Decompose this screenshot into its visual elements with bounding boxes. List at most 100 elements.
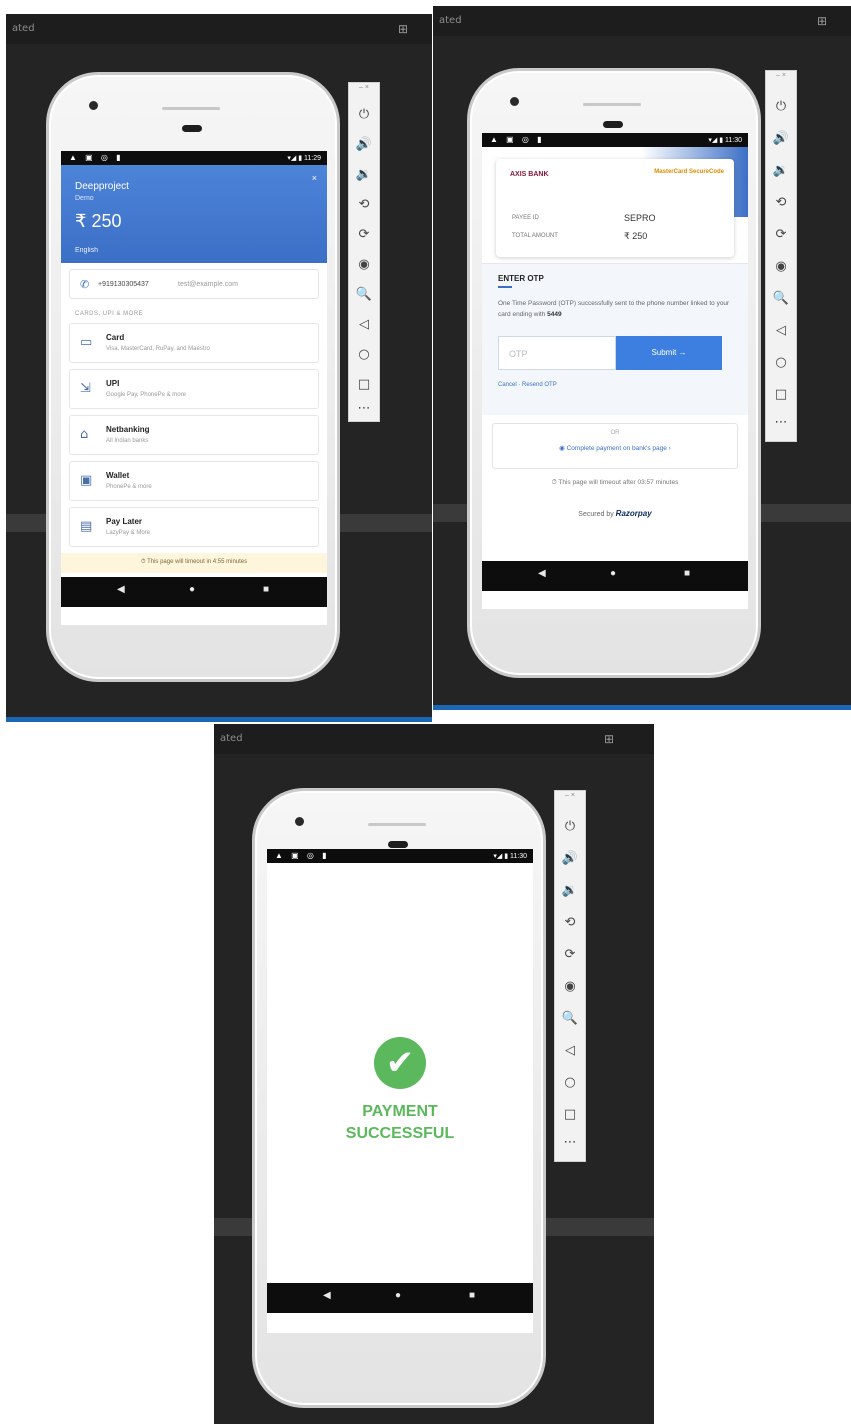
rotate-left-icon[interactable]: ⟲ — [555, 915, 585, 930]
more-icon[interactable]: ⋯ — [349, 401, 379, 416]
overview-icon[interactable]: □ — [555, 1107, 585, 1122]
back-icon[interactable]: ◁ — [766, 323, 796, 338]
zoom-icon[interactable]: 🔍 — [555, 1011, 585, 1026]
back-icon[interactable]: ◁ — [349, 317, 379, 332]
phone-screen: ▲ ▣ ◎ ▮ ▾◢ ▮ 11:30 AXIS BANK MasterCard … — [482, 133, 748, 609]
earpiece — [603, 121, 623, 128]
status-icons-left: ▲ ▣ ◎ ▮ — [69, 153, 124, 162]
rotate-right-icon[interactable]: ⟳ — [349, 227, 379, 242]
maximize-icon[interactable]: ⊞ — [817, 14, 827, 28]
alt-payment-box: OR ◉ Complete payment on bank's page › — [492, 423, 738, 469]
wallet-icon: ▣ — [80, 473, 93, 488]
nav-back-icon[interactable]: ◀ — [323, 1290, 331, 1301]
back-icon[interactable]: ◁ — [555, 1043, 585, 1058]
rotate-right-icon[interactable]: ⟳ — [555, 947, 585, 962]
nav-recents-icon[interactable]: ■ — [469, 1290, 475, 1301]
earpiece — [182, 125, 202, 132]
otp-links[interactable]: Cancel · Resend OTP — [498, 382, 557, 388]
volume-down-icon[interactable]: 🔉 — [349, 167, 379, 182]
status-strip — [6, 717, 432, 722]
camera-icon[interactable]: ◉ — [349, 257, 379, 272]
status-icons-left: ▲ ▣ ◎ ▮ — [490, 135, 545, 144]
emulator-titlebar: ated ⊞ — [214, 724, 654, 754]
nav-recents-icon[interactable]: ■ — [263, 584, 269, 595]
nav-back-icon[interactable]: ◀ — [117, 584, 125, 595]
otp-message: One Time Password (OTP) successfully sen… — [498, 300, 730, 318]
or-divider: OR — [610, 430, 620, 436]
check-circle-icon: ✔ — [374, 1037, 426, 1089]
overview-icon[interactable]: □ — [349, 377, 379, 392]
emulator-toolbar: – × ⏻ 🔊 🔉 ⟲ ⟳ ◉ 🔍 ◁ ○ □ ⋯ — [348, 82, 380, 422]
rotate-left-icon[interactable]: ⟲ — [766, 195, 796, 210]
volume-up-icon[interactable]: 🔊 — [349, 137, 379, 152]
volume-down-icon[interactable]: 🔉 — [555, 883, 585, 898]
power-icon[interactable]: ⏻ — [555, 819, 585, 834]
home-icon[interactable]: ○ — [349, 347, 379, 362]
front-camera — [510, 97, 519, 106]
close-icon[interactable]: × — [312, 173, 317, 183]
success-line-2: SUCCESSFUL — [345, 1125, 455, 1142]
contact-row[interactable]: ✆ +919130305437 test@example.com — [69, 269, 319, 299]
power-icon[interactable]: ⏻ — [766, 99, 796, 114]
maximize-icon[interactable]: ⊞ — [398, 22, 408, 36]
nav-recents-icon[interactable]: ■ — [684, 568, 690, 579]
home-icon[interactable]: ○ — [555, 1075, 585, 1090]
phone-frame: ▲ ▣ ◎ ▮ ▾◢ ▮ 11:29 Deepproject Demo ₹ 25… — [46, 72, 340, 682]
more-icon[interactable]: ⋯ — [555, 1135, 585, 1150]
method-subtitle: Google Pay, PhonePe & more — [106, 392, 186, 398]
home-icon[interactable]: ○ — [766, 355, 796, 370]
paylater-icon: ▤ — [80, 519, 93, 534]
method-card[interactable]: ▭ Card Visa, MasterCard, RuPay, and Maes… — [69, 323, 319, 363]
earpiece — [388, 841, 408, 848]
success-message: PAYMENT SUCCESSFUL — [267, 1101, 533, 1145]
phone-icon: ✆ — [80, 279, 90, 291]
volume-down-icon[interactable]: 🔉 — [766, 163, 796, 178]
section-label: CARDS, UPI & MORE — [75, 311, 144, 317]
zoom-icon[interactable]: 🔍 — [349, 287, 379, 302]
power-icon[interactable]: ⏻ — [349, 107, 379, 122]
nav-home-icon[interactable]: ● — [610, 568, 616, 579]
zoom-icon[interactable]: 🔍 — [766, 291, 796, 306]
razorpay-logo: Razorpay — [615, 509, 652, 518]
method-upi[interactable]: ⇲ UPI Google Pay, PhonePe & more — [69, 369, 319, 409]
window-title: ated — [439, 15, 462, 26]
overview-icon[interactable]: □ — [766, 387, 796, 402]
nav-back-icon[interactable]: ◀ — [538, 568, 546, 579]
bank-page-link[interactable]: ◉ Complete payment on bank's page › — [493, 444, 737, 452]
method-paylater[interactable]: ▤ Pay Later LazyPay & More — [69, 507, 319, 547]
emulator-titlebar: ated ⊞ — [6, 14, 432, 44]
toolbar-window-controls[interactable]: – × — [349, 84, 379, 91]
camera-icon[interactable]: ◉ — [555, 979, 585, 994]
otp-input[interactable]: OTP — [498, 336, 616, 370]
method-netbanking[interactable]: ⌂ Netbanking All Indian banks — [69, 415, 319, 455]
more-icon[interactable]: ⋯ — [766, 415, 796, 430]
language-selector[interactable]: English — [75, 247, 98, 254]
volume-up-icon[interactable]: 🔊 — [766, 131, 796, 146]
status-icons-right: ▾◢ ▮ 11:30 — [493, 853, 527, 860]
status-icons-left: ▲ ▣ ◎ ▮ — [275, 851, 330, 860]
status-icons-right: ▾◢ ▮ 11:30 — [708, 137, 742, 144]
volume-up-icon[interactable]: 🔊 — [555, 851, 585, 866]
rotate-left-icon[interactable]: ⟲ — [349, 197, 379, 212]
maximize-icon[interactable]: ⊞ — [604, 732, 614, 746]
payee-value: SEPRO — [624, 213, 656, 223]
bank-icon: ⌂ — [80, 427, 89, 442]
toolbar-window-controls[interactable]: – × — [766, 72, 796, 79]
emulator-window-success: ated ⊞ ▲ ▣ ◎ ▮ ▾◢ ▮ 11:30 ✔ PAYMENT SUCC… — [214, 724, 654, 1424]
speaker-grille — [162, 107, 220, 110]
toolbar-window-controls[interactable]: – × — [555, 792, 585, 799]
status-bar: ▲ ▣ ◎ ▮ ▾◢ ▮ 11:30 — [482, 133, 748, 147]
method-wallet[interactable]: ▣ Wallet PhonePe & more — [69, 461, 319, 501]
card-ending: 5449 — [547, 311, 562, 318]
emulator-toolbar: – × ⏻ 🔊 🔉 ⟲ ⟳ ◉ 🔍 ◁ ○ □ ⋯ — [554, 790, 586, 1162]
secured-by: Secured by Razorpay — [578, 509, 652, 518]
camera-icon[interactable]: ◉ — [766, 259, 796, 274]
submit-button[interactable]: Submit → — [616, 336, 722, 370]
phone-screen: ▲ ▣ ◎ ▮ ▾◢ ▮ 11:29 Deepproject Demo ₹ 25… — [61, 151, 327, 625]
nav-home-icon[interactable]: ● — [189, 584, 195, 595]
emulator-window-otp: ated ⊞ ▲ ▣ ◎ ▮ ▾◢ ▮ 11:30 AXIS BANK Mast… — [433, 6, 851, 710]
status-bar: ▲ ▣ ◎ ▮ ▾◢ ▮ 11:30 — [267, 849, 533, 863]
emulator-titlebar: ated ⊞ — [433, 6, 851, 36]
nav-home-icon[interactable]: ● — [395, 1290, 401, 1301]
rotate-right-icon[interactable]: ⟳ — [766, 227, 796, 242]
